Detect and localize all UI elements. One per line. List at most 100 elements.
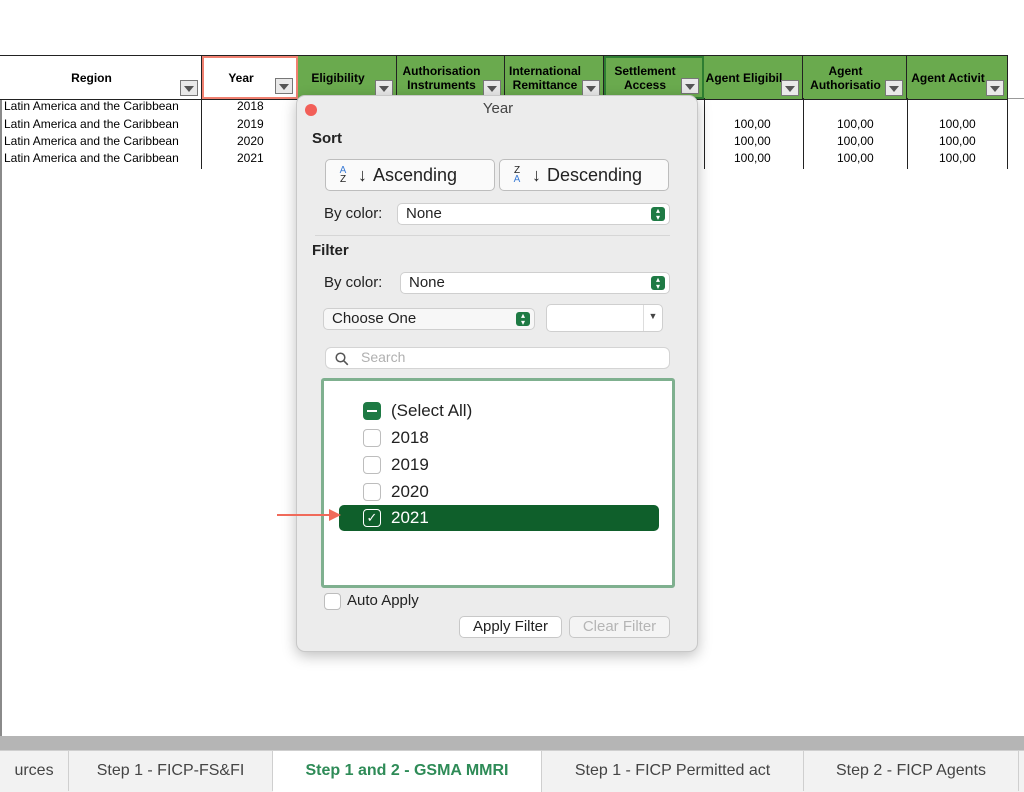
- filter-dropdown-button[interactable]: [885, 80, 903, 96]
- popup-title: Year: [482, 100, 514, 117]
- column-header-label: Region: [71, 70, 112, 85]
- cell-year[interactable]: 2018: [237, 98, 264, 115]
- cell-agent-activity[interactable]: 100,00: [939, 116, 976, 133]
- list-item-label: 2020: [391, 482, 429, 501]
- year-filter-popup: Year Sort A Z ↓ Ascending Z A ↓ Descending By …: [296, 95, 698, 652]
- column-header-label: Eligibility: [311, 70, 365, 85]
- column-rule: [803, 98, 804, 169]
- checkbox-mixed-icon[interactable]: [363, 402, 381, 420]
- column-header-authorisation-instruments: Authorisation Instruments: [397, 56, 505, 99]
- cell-year[interactable]: 2020: [237, 133, 264, 150]
- filter-dropdown-button[interactable]: [986, 80, 1004, 96]
- table-header-row: Region Year Eligibility Authorisation In…: [0, 55, 1008, 100]
- chevron-updown-icon: ▴ ▾: [651, 276, 665, 291]
- list-item[interactable]: 2018: [339, 425, 659, 451]
- condition-value-input[interactable]: ▼: [546, 304, 663, 332]
- filter-by-color-value: None: [409, 274, 445, 291]
- auto-apply-checkbox[interactable]: [324, 593, 341, 610]
- sort-ascending-button[interactable]: A Z ↓ Ascending: [325, 159, 495, 191]
- filter-dropdown-button[interactable]: [781, 80, 799, 96]
- filter-by-color-select[interactable]: None ▴ ▾: [400, 272, 670, 294]
- sort-descending-label: Descending: [547, 164, 643, 185]
- column-header-label: Agent Activit: [911, 70, 985, 85]
- sheet-tab[interactable]: urces: [0, 751, 69, 791]
- auto-apply-label: Auto Apply: [347, 592, 419, 609]
- list-item[interactable]: 2019: [339, 452, 659, 478]
- sort-by-color-label: By color:: [324, 205, 383, 222]
- checkbox[interactable]: [363, 429, 381, 447]
- sheet-tab[interactable]: Step 1 - FICP-FS&FI: [69, 751, 273, 791]
- column-header-label: Agent Authorisatio: [810, 63, 881, 92]
- column-header-year: Year: [202, 56, 298, 99]
- chevron-updown-icon: ▴ ▾: [651, 207, 665, 222]
- checkmark-icon[interactable]: ✓: [363, 509, 381, 527]
- list-item[interactable]: 2020: [339, 479, 659, 505]
- filter-dropdown-button[interactable]: [582, 80, 600, 96]
- column-header-agent-authorisation: Agent Authorisatio: [803, 56, 907, 99]
- column-header-agent-activity: Agent Activit: [907, 56, 1008, 99]
- column-rule: [201, 98, 202, 169]
- cell-agent-eligibility[interactable]: 100,00: [734, 116, 771, 133]
- search-input[interactable]: Search: [325, 347, 670, 369]
- list-item-label: (Select All): [391, 401, 473, 420]
- filter-dropdown-button[interactable]: [275, 78, 293, 94]
- search-placeholder: Search: [361, 349, 406, 365]
- sort-descending-icon: ZA: [513, 165, 521, 185]
- checkbox[interactable]: [363, 483, 381, 501]
- sheet-tab[interactable]: Step 1 - FICP Permitted act: [542, 751, 804, 791]
- column-header-label: International Remittance: [508, 63, 581, 92]
- filter-dropdown-button[interactable]: [483, 80, 501, 96]
- annotation-arrow-shaft: [277, 514, 331, 516]
- column-header-eligibility: Eligibility: [298, 56, 397, 99]
- column-header-international-remittance: International Remittance: [505, 56, 604, 99]
- sort-heading: Sort: [312, 130, 342, 147]
- sheet-tab-active[interactable]: Step 1 and 2 - GSMA MMRI: [273, 751, 542, 792]
- condition-select[interactable]: Choose One ▴ ▾: [323, 308, 535, 330]
- sort-ascending-label: Ascending: [373, 164, 458, 185]
- sort-by-color-value: None: [406, 205, 442, 222]
- filter-by-color-label: By color:: [324, 274, 383, 291]
- column-rule: [907, 98, 908, 169]
- cell-agent-authorisation[interactable]: 100,00: [837, 133, 874, 150]
- column-header-label: Settlement Access: [614, 63, 676, 92]
- cell-region[interactable]: Latin America and the Caribbean: [4, 98, 179, 115]
- header-rule: [1008, 98, 1024, 99]
- sheet-tab[interactable]: Step 2 - FICP Agents: [804, 751, 1019, 791]
- clear-filter-button[interactable]: Clear Filter: [569, 616, 670, 638]
- horizontal-scrollbar[interactable]: [0, 736, 1024, 750]
- filter-heading: Filter: [312, 242, 349, 259]
- cell-region[interactable]: Latin America and the Caribbean: [4, 116, 179, 133]
- filter-dropdown-button[interactable]: [180, 80, 198, 96]
- cell-year[interactable]: 2021: [237, 150, 264, 167]
- column-rule: [1007, 98, 1008, 169]
- list-item-select-all[interactable]: (Select All): [339, 398, 659, 424]
- cell-region[interactable]: Latin America and the Caribbean: [4, 133, 179, 150]
- filter-dropdown-button[interactable]: [681, 78, 699, 94]
- cell-agent-eligibility[interactable]: 100,00: [734, 133, 771, 150]
- sort-ascending-icon: AZ: [339, 165, 347, 185]
- column-header-settlement-access: Settlement Access: [604, 56, 704, 99]
- list-item-label: 2021: [391, 508, 429, 527]
- sort-descending-button[interactable]: Z A ↓ Descending: [499, 159, 669, 191]
- cell-year[interactable]: 2019: [237, 116, 264, 133]
- chevron-updown-icon: ▴ ▾: [516, 312, 530, 327]
- sort-by-color-select[interactable]: None ▴ ▾: [397, 203, 670, 225]
- cell-agent-activity[interactable]: 100,00: [939, 133, 976, 150]
- cell-agent-authorisation[interactable]: 100,00: [837, 150, 874, 167]
- cell-region[interactable]: Latin America and the Caribbean: [4, 150, 179, 167]
- cell-agent-eligibility[interactable]: 100,00: [734, 150, 771, 167]
- list-item-label: 2018: [391, 428, 429, 447]
- column-header-agent-eligibility: Agent Eligibil: [704, 56, 803, 99]
- cell-agent-activity[interactable]: 100,00: [939, 150, 976, 167]
- column-rule: [704, 98, 705, 169]
- column-header-region: Region: [0, 56, 202, 99]
- apply-filter-button[interactable]: Apply Filter: [459, 616, 562, 638]
- dropdown-arrow-icon[interactable]: ▼: [643, 305, 662, 331]
- list-item-selected[interactable]: ✓ 2021: [339, 505, 659, 531]
- column-header-label: Authorisation Instruments: [402, 63, 481, 92]
- filter-dropdown-button[interactable]: [375, 80, 393, 96]
- section-divider: [315, 235, 670, 236]
- cell-agent-authorisation[interactable]: 100,00: [837, 116, 874, 133]
- checkbox[interactable]: [363, 456, 381, 474]
- condition-value: Choose One: [332, 310, 417, 327]
